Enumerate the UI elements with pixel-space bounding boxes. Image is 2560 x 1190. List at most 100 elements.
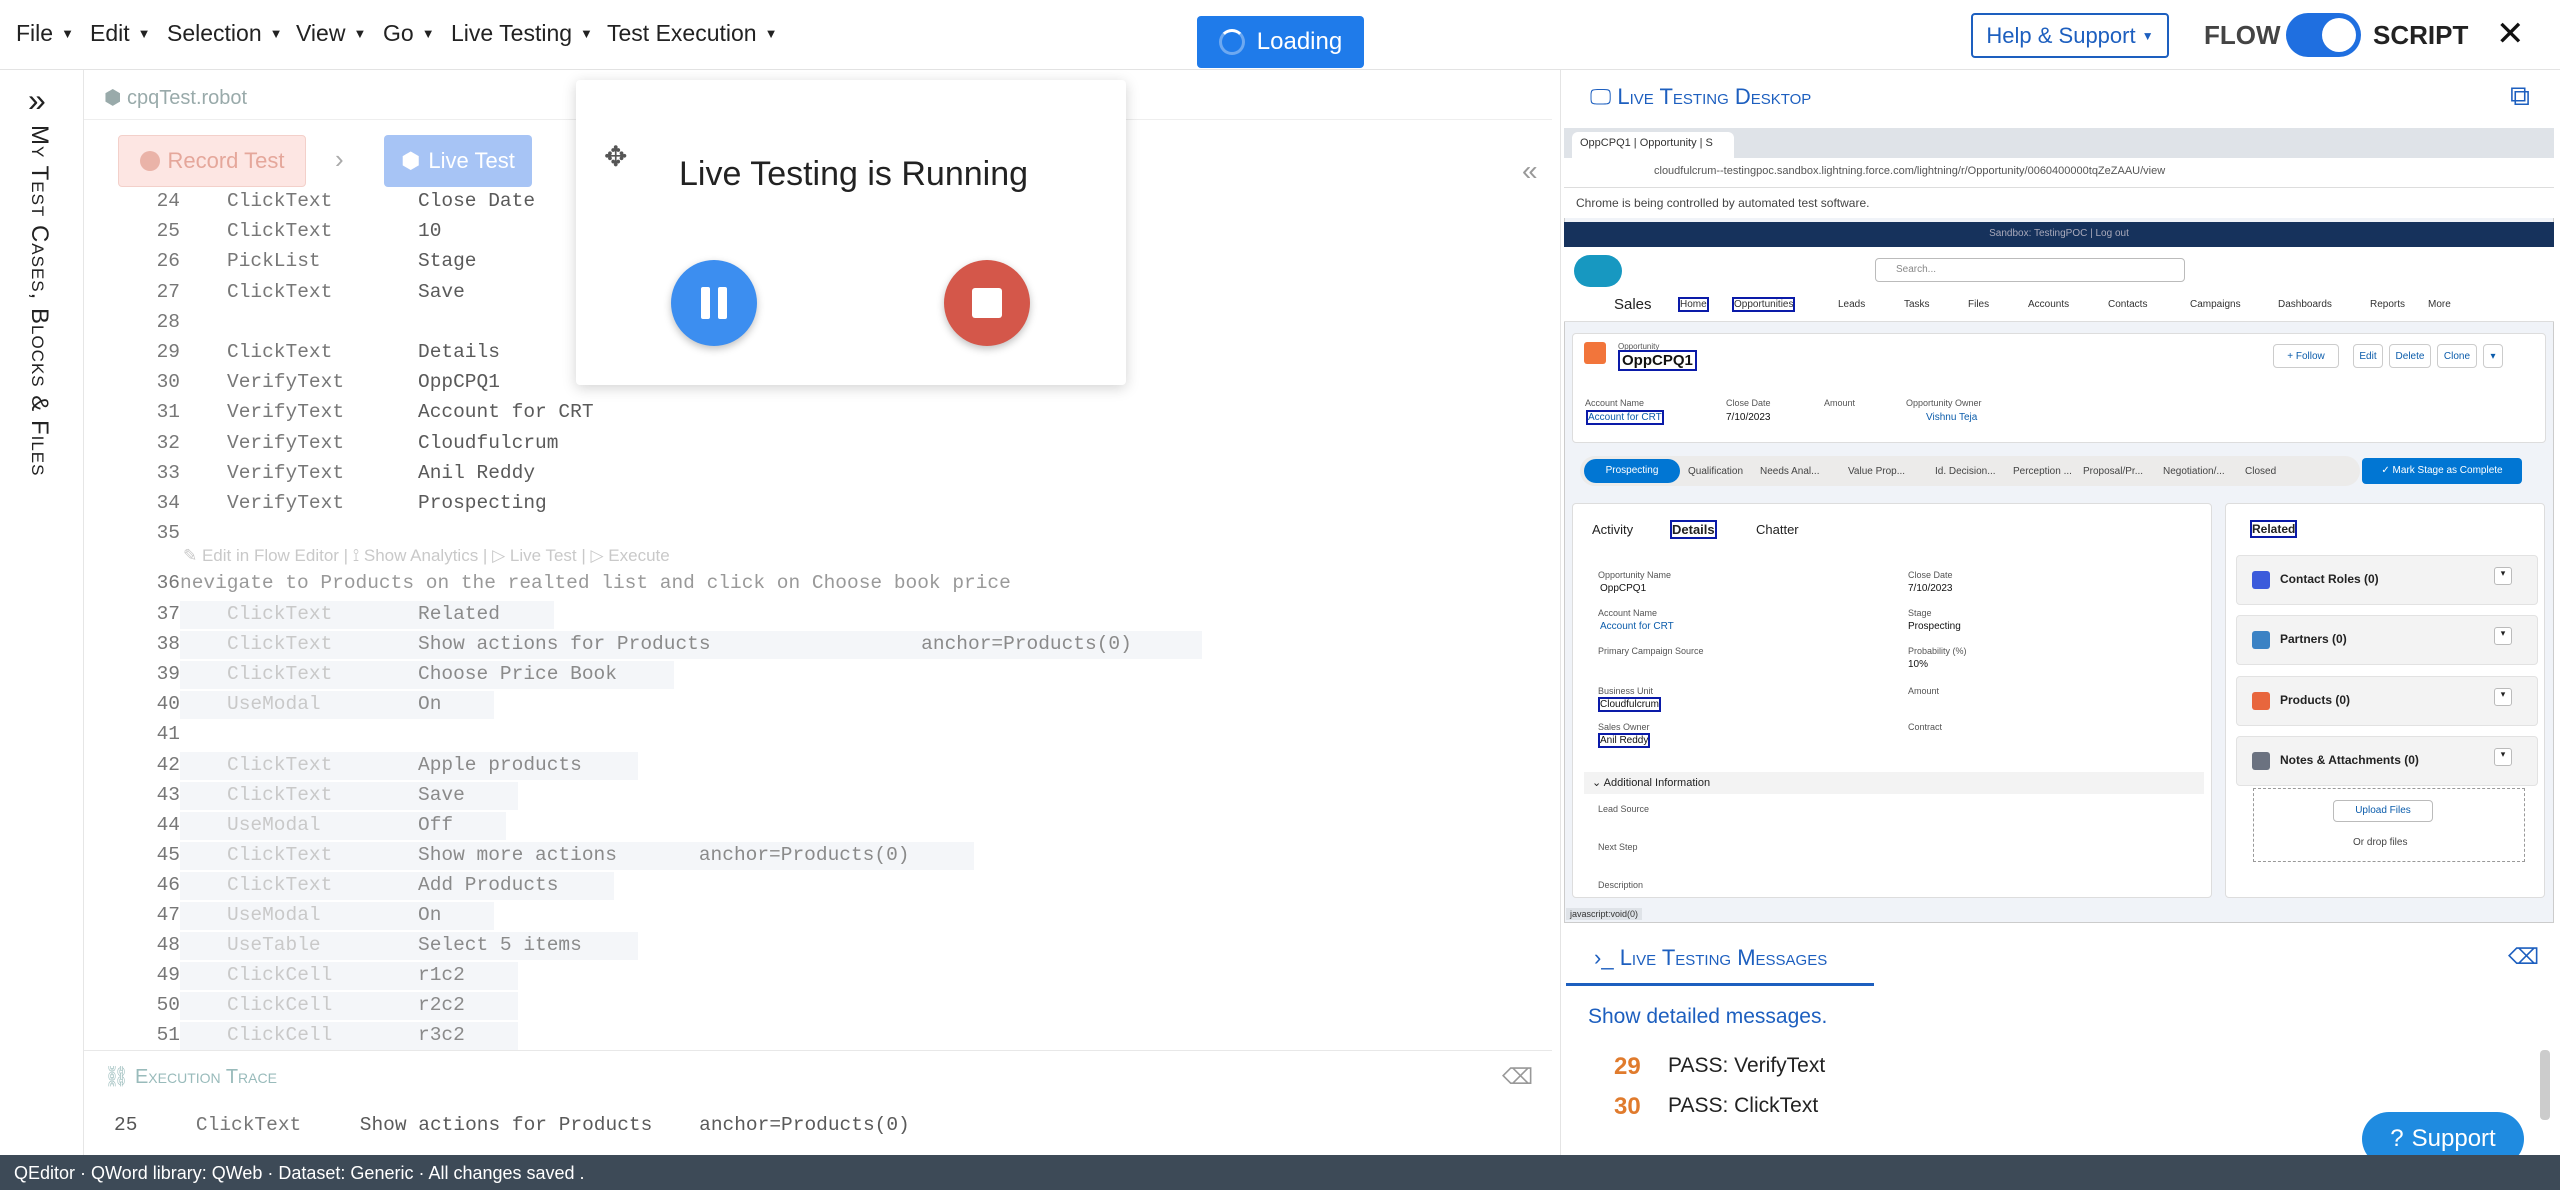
tab-chatter[interactable]: Chatter <box>1756 522 1799 537</box>
edit-button[interactable]: Edit <box>2353 344 2383 368</box>
line-number: 43 <box>156 783 180 806</box>
show-detailed-messages-link[interactable]: Show detailed messages. <box>1588 1005 1827 1029</box>
tab-details[interactable]: Details <box>1670 520 1717 539</box>
automation-infobar: Chrome is being controlled by automated … <box>1564 188 2554 218</box>
keyword: VerifyText <box>227 492 345 514</box>
nav-item[interactable]: Accounts <box>2028 299 2069 310</box>
record-test-button[interactable]: Record Test <box>118 135 306 187</box>
mark-stage-complete-button[interactable]: ✓ Mark Stage as Complete <box>2362 458 2522 484</box>
sidebar-title[interactable]: My Test Cases, Blocks & Files <box>25 125 53 476</box>
highlight-label: Opportunity Owner <box>1906 398 1982 408</box>
browser-url-bar[interactable]: cloudfulcrum--testingpoc.sandbox.lightni… <box>1564 158 2554 188</box>
keyword: PickList <box>227 250 321 273</box>
clear-messages-icon[interactable]: ⌫ <box>2508 944 2539 970</box>
menu-live-testing[interactable]: Live Testing ▼ <box>451 20 593 47</box>
path-step[interactable]: Needs Anal... <box>1760 466 1819 477</box>
file-tab[interactable]: ⬢ cpqTest.robot <box>104 85 247 110</box>
keyword: ClickText <box>227 603 333 625</box>
eraser-icon[interactable]: ⌫ <box>1502 1064 1533 1090</box>
field-label: Sales Owner <box>1598 722 1650 732</box>
menu-view[interactable]: View ▼ <box>296 20 366 47</box>
close-icon[interactable]: ✕ <box>2496 14 2525 54</box>
related-list-title[interactable]: Partners (0) <box>2280 632 2347 646</box>
stop-button[interactable] <box>944 260 1030 346</box>
tab-related[interactable]: Related <box>2249 520 2298 538</box>
nav-item[interactable]: More <box>2428 299 2451 310</box>
line-number: 36 <box>156 572 180 594</box>
field-label: Close Date <box>1908 570 1953 580</box>
nav-item[interactable]: Reports <box>2370 299 2405 310</box>
path-step[interactable]: Proposal/Pr... <box>2083 466 2143 477</box>
argument: Prospecting <box>418 492 547 514</box>
field-label: Probability (%) <box>1908 646 1967 656</box>
nav-item[interactable]: Contacts <box>2108 299 2147 310</box>
menu-test-execution[interactable]: Test Execution ▼ <box>607 20 777 47</box>
nav-item[interactable]: Dashboards <box>2278 299 2332 310</box>
expand-sidebar-icon[interactable]: » <box>28 82 46 119</box>
menu-file[interactable]: File ▼ <box>16 20 74 47</box>
live-test-button[interactable]: ⬢ Live Test <box>384 135 532 187</box>
follow-button[interactable]: + Follow <box>2273 344 2339 368</box>
path-step[interactable]: Qualification <box>1688 466 1743 477</box>
chevron-right-icon: › <box>335 144 344 174</box>
codelens-hint[interactable]: ✎ Edit in Flow Editor | ⟟ Show Analytics… <box>183 546 670 566</box>
line-number: 38 <box>156 633 180 656</box>
messages-title: ›_ Live Testing Messages <box>1594 945 1828 970</box>
salesforce-search[interactable]: Search... <box>1875 258 2185 282</box>
path-step-current[interactable]: Prospecting <box>1584 459 1680 483</box>
loading-button[interactable]: Loading <box>1197 16 1364 68</box>
collapse-panel-icon[interactable]: « <box>1522 155 1538 187</box>
dropdown-icon[interactable]: ▾ <box>2494 627 2512 645</box>
dropdown-icon[interactable]: ▾ <box>2494 567 2512 585</box>
flow-script-toggle[interactable] <box>2286 13 2361 57</box>
external-link-icon[interactable]: ⧉ <box>2510 80 2530 113</box>
field-label: Primary Campaign Source <box>1598 646 1704 656</box>
path-step[interactable]: Closed <box>2245 466 2276 477</box>
keyword: UseModal <box>227 693 321 716</box>
upload-files-button[interactable]: Upload Files <box>2333 800 2433 822</box>
section-header[interactable]: ⌄ Additional Information <box>1584 772 2204 794</box>
line-number: 41 <box>156 723 180 746</box>
menu-edit[interactable]: Edit ▼ <box>90 20 151 47</box>
line-number: 45 <box>156 843 180 866</box>
path-step[interactable]: Value Prop... <box>1848 466 1905 477</box>
nav-item[interactable]: Files <box>1968 299 1989 310</box>
menu-selection[interactable]: Selection ▼ <box>167 20 283 47</box>
more-actions-icon[interactable]: ▾ <box>2483 344 2503 368</box>
owner-link[interactable]: Vishnu Teja <box>1926 412 1977 423</box>
browser-tab[interactable]: OppCPQ1 | Opportunity | S <box>1572 132 1734 158</box>
nav-item[interactable]: Opportunities <box>1731 297 1796 312</box>
field-value[interactable]: Account for CRT <box>1600 621 1674 632</box>
nav-item[interactable]: Leads <box>1838 299 1865 310</box>
highlight-label: Amount <box>1824 398 1856 408</box>
related-list-title[interactable]: Notes & Attachments (0) <box>2280 753 2419 767</box>
keyword: ClickText <box>227 280 333 303</box>
app-name: Sales <box>1614 296 1652 313</box>
spinner-icon <box>1218 29 1245 55</box>
delete-button[interactable]: Delete <box>2389 344 2431 368</box>
field-label: Next Step <box>1598 842 1638 852</box>
clone-button[interactable]: Clone <box>2437 344 2477 368</box>
dropdown-icon[interactable]: ▾ <box>2494 748 2512 766</box>
menu-go[interactable]: Go ▼ <box>383 20 435 47</box>
highlight-value-link[interactable]: Account for CRT <box>1586 410 1664 425</box>
tab-activity[interactable]: Activity <box>1592 522 1633 537</box>
pause-button[interactable] <box>671 260 757 346</box>
related-list-title[interactable]: Products (0) <box>2280 693 2350 707</box>
related-list-title[interactable]: Contact Roles (0) <box>2280 572 2379 586</box>
messages-scrollbar[interactable] <box>2540 1050 2550 1120</box>
nav-item[interactable]: Tasks <box>1904 299 1930 310</box>
help-support-button[interactable]: Help & Support ▼ <box>1971 13 2169 58</box>
path-step[interactable]: Id. Decision... <box>1935 466 1996 477</box>
nav-item[interactable]: Home <box>1678 297 1709 312</box>
nav-item[interactable]: Campaigns <box>2190 299 2241 310</box>
argument: Select 5 items <box>418 934 582 957</box>
argument: Account for CRT <box>418 401 594 424</box>
path-step[interactable]: Perception ... <box>2013 466 2072 477</box>
path-step[interactable]: Negotiation/... <box>2163 466 2225 477</box>
move-icon[interactable]: ✥ <box>604 140 627 173</box>
line-number: 32 <box>156 431 180 454</box>
dropdown-icon[interactable]: ▾ <box>2494 688 2512 706</box>
argument: Cloudfulcrum <box>418 431 559 454</box>
line-number: 50 <box>156 994 180 1017</box>
